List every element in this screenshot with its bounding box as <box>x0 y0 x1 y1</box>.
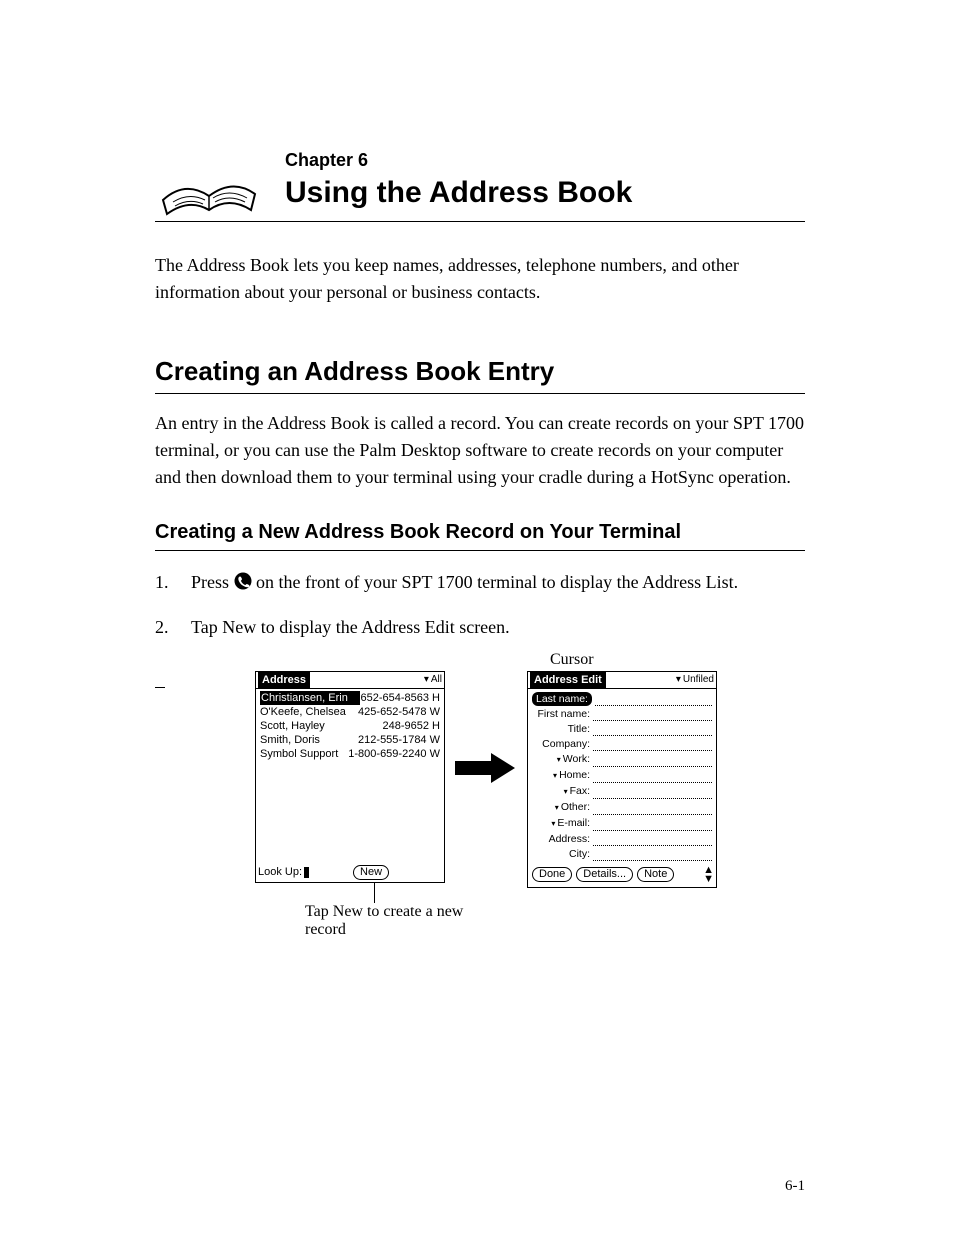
divider <box>155 550 805 551</box>
field-label: Address: <box>532 832 593 846</box>
field-label: Last name: <box>532 692 592 706</box>
edit-field-row[interactable]: ▾E-mail: <box>532 816 712 831</box>
connector-line <box>155 671 165 688</box>
address-edit-screen: Address Edit ▾Unfiled Last name:First na… <box>527 671 717 888</box>
field-label[interactable]: ▾Fax: <box>532 784 593 799</box>
edit-field-row[interactable]: ▾Work: <box>532 752 712 767</box>
field-input-line[interactable] <box>593 772 712 783</box>
connector-line <box>374 883 375 903</box>
chapter-title: Using the Address Book <box>285 177 805 209</box>
step-2-text: Tap New to display the Address Edit scre… <box>191 614 805 641</box>
edit-field-row[interactable]: First name: <box>532 707 712 721</box>
cursor-caption: Cursor <box>550 651 594 669</box>
address-list-screen: Address ▾All Christiansen, Erin652-654-8… <box>255 671 445 883</box>
intro-paragraph: The Address Book lets you keep names, ad… <box>155 252 805 306</box>
edit-field-row[interactable]: ▾Home: <box>532 768 712 783</box>
phone-button-icon <box>234 572 252 590</box>
field-label[interactable]: ▾Home: <box>532 768 593 783</box>
edit-field-row[interactable]: Last name: <box>532 692 712 706</box>
lookup-input-cursor[interactable] <box>304 867 309 878</box>
field-label: Company: <box>532 737 593 751</box>
edit-field-row[interactable]: City: <box>532 847 712 861</box>
field-label[interactable]: ▾Work: <box>532 752 593 767</box>
address-list-row[interactable]: Scott, Hayley248-9652 H <box>260 719 440 733</box>
field-input-line[interactable] <box>593 725 712 736</box>
field-input-line[interactable] <box>593 788 712 799</box>
address-list-row[interactable]: Smith, Doris212-555-1784 W <box>260 733 440 747</box>
divider <box>155 393 805 394</box>
field-label[interactable]: ▾E-mail: <box>532 816 593 831</box>
arrow-right-icon <box>455 751 515 785</box>
scroll-arrows[interactable]: ▲▼ <box>703 866 714 884</box>
step-number: 2. <box>155 614 191 641</box>
step-1-text-after: on the front of your SPT 1700 terminal t… <box>256 572 738 592</box>
note-button[interactable]: Note <box>637 867 674 882</box>
field-input-line[interactable] <box>593 740 712 751</box>
section-title: Creating an Address Book Entry <box>155 356 805 387</box>
field-label[interactable]: ▾Other: <box>532 800 593 815</box>
new-button[interactable]: New <box>353 865 389 880</box>
chapter-label: Chapter 6 <box>285 150 805 171</box>
step-1-text-before: Press <box>191 572 234 592</box>
section-body: An entry in the Address Book is called a… <box>155 410 805 491</box>
category-dropdown[interactable]: ▾All <box>424 674 442 685</box>
done-button[interactable]: Done <box>532 867 572 882</box>
field-label: First name: <box>532 707 593 721</box>
address-list-row[interactable]: Christiansen, Erin652-654-8563 H <box>260 691 440 705</box>
lookup-label: Look Up: <box>258 866 302 878</box>
field-input-line[interactable] <box>593 756 712 767</box>
field-input-line[interactable] <box>593 835 712 846</box>
page-number: 6-1 <box>785 1178 805 1195</box>
open-book-icon <box>155 150 265 230</box>
address-list-row[interactable]: Symbol Support1-800-659-2240 W <box>260 747 440 761</box>
field-label: Title: <box>532 722 593 736</box>
field-input-line[interactable] <box>593 710 712 721</box>
subsection-title: Creating a New Address Book Record on Yo… <box>155 521 805 544</box>
field-input-line[interactable] <box>593 804 712 815</box>
step-number: 1. <box>155 569 191 596</box>
category-dropdown[interactable]: ▾Unfiled <box>676 674 714 685</box>
address-list-row[interactable]: O'Keefe, Chelsea425-652-5478 W <box>260 705 440 719</box>
edit-field-row[interactable]: Company: <box>532 737 712 751</box>
edit-field-row[interactable]: Address: <box>532 832 712 846</box>
field-input-line[interactable] <box>593 850 712 861</box>
screen-title: Address Edit <box>530 672 606 688</box>
edit-field-row[interactable]: ▾Fax: <box>532 784 712 799</box>
screen-title: Address <box>258 672 310 688</box>
step-1: 1. Press on the front of your SPT 1700 t… <box>155 569 805 596</box>
field-label: City: <box>532 847 593 861</box>
edit-field-row[interactable]: ▾Other: <box>532 800 712 815</box>
field-input-line[interactable] <box>593 820 712 831</box>
step-2: 2. Tap New to display the Address Edit s… <box>155 614 805 641</box>
details-button[interactable]: Details... <box>576 867 633 882</box>
new-button-caption: Tap New to create a new record <box>305 903 475 939</box>
field-input-line[interactable] <box>595 695 712 706</box>
edit-field-row[interactable]: Title: <box>532 722 712 736</box>
